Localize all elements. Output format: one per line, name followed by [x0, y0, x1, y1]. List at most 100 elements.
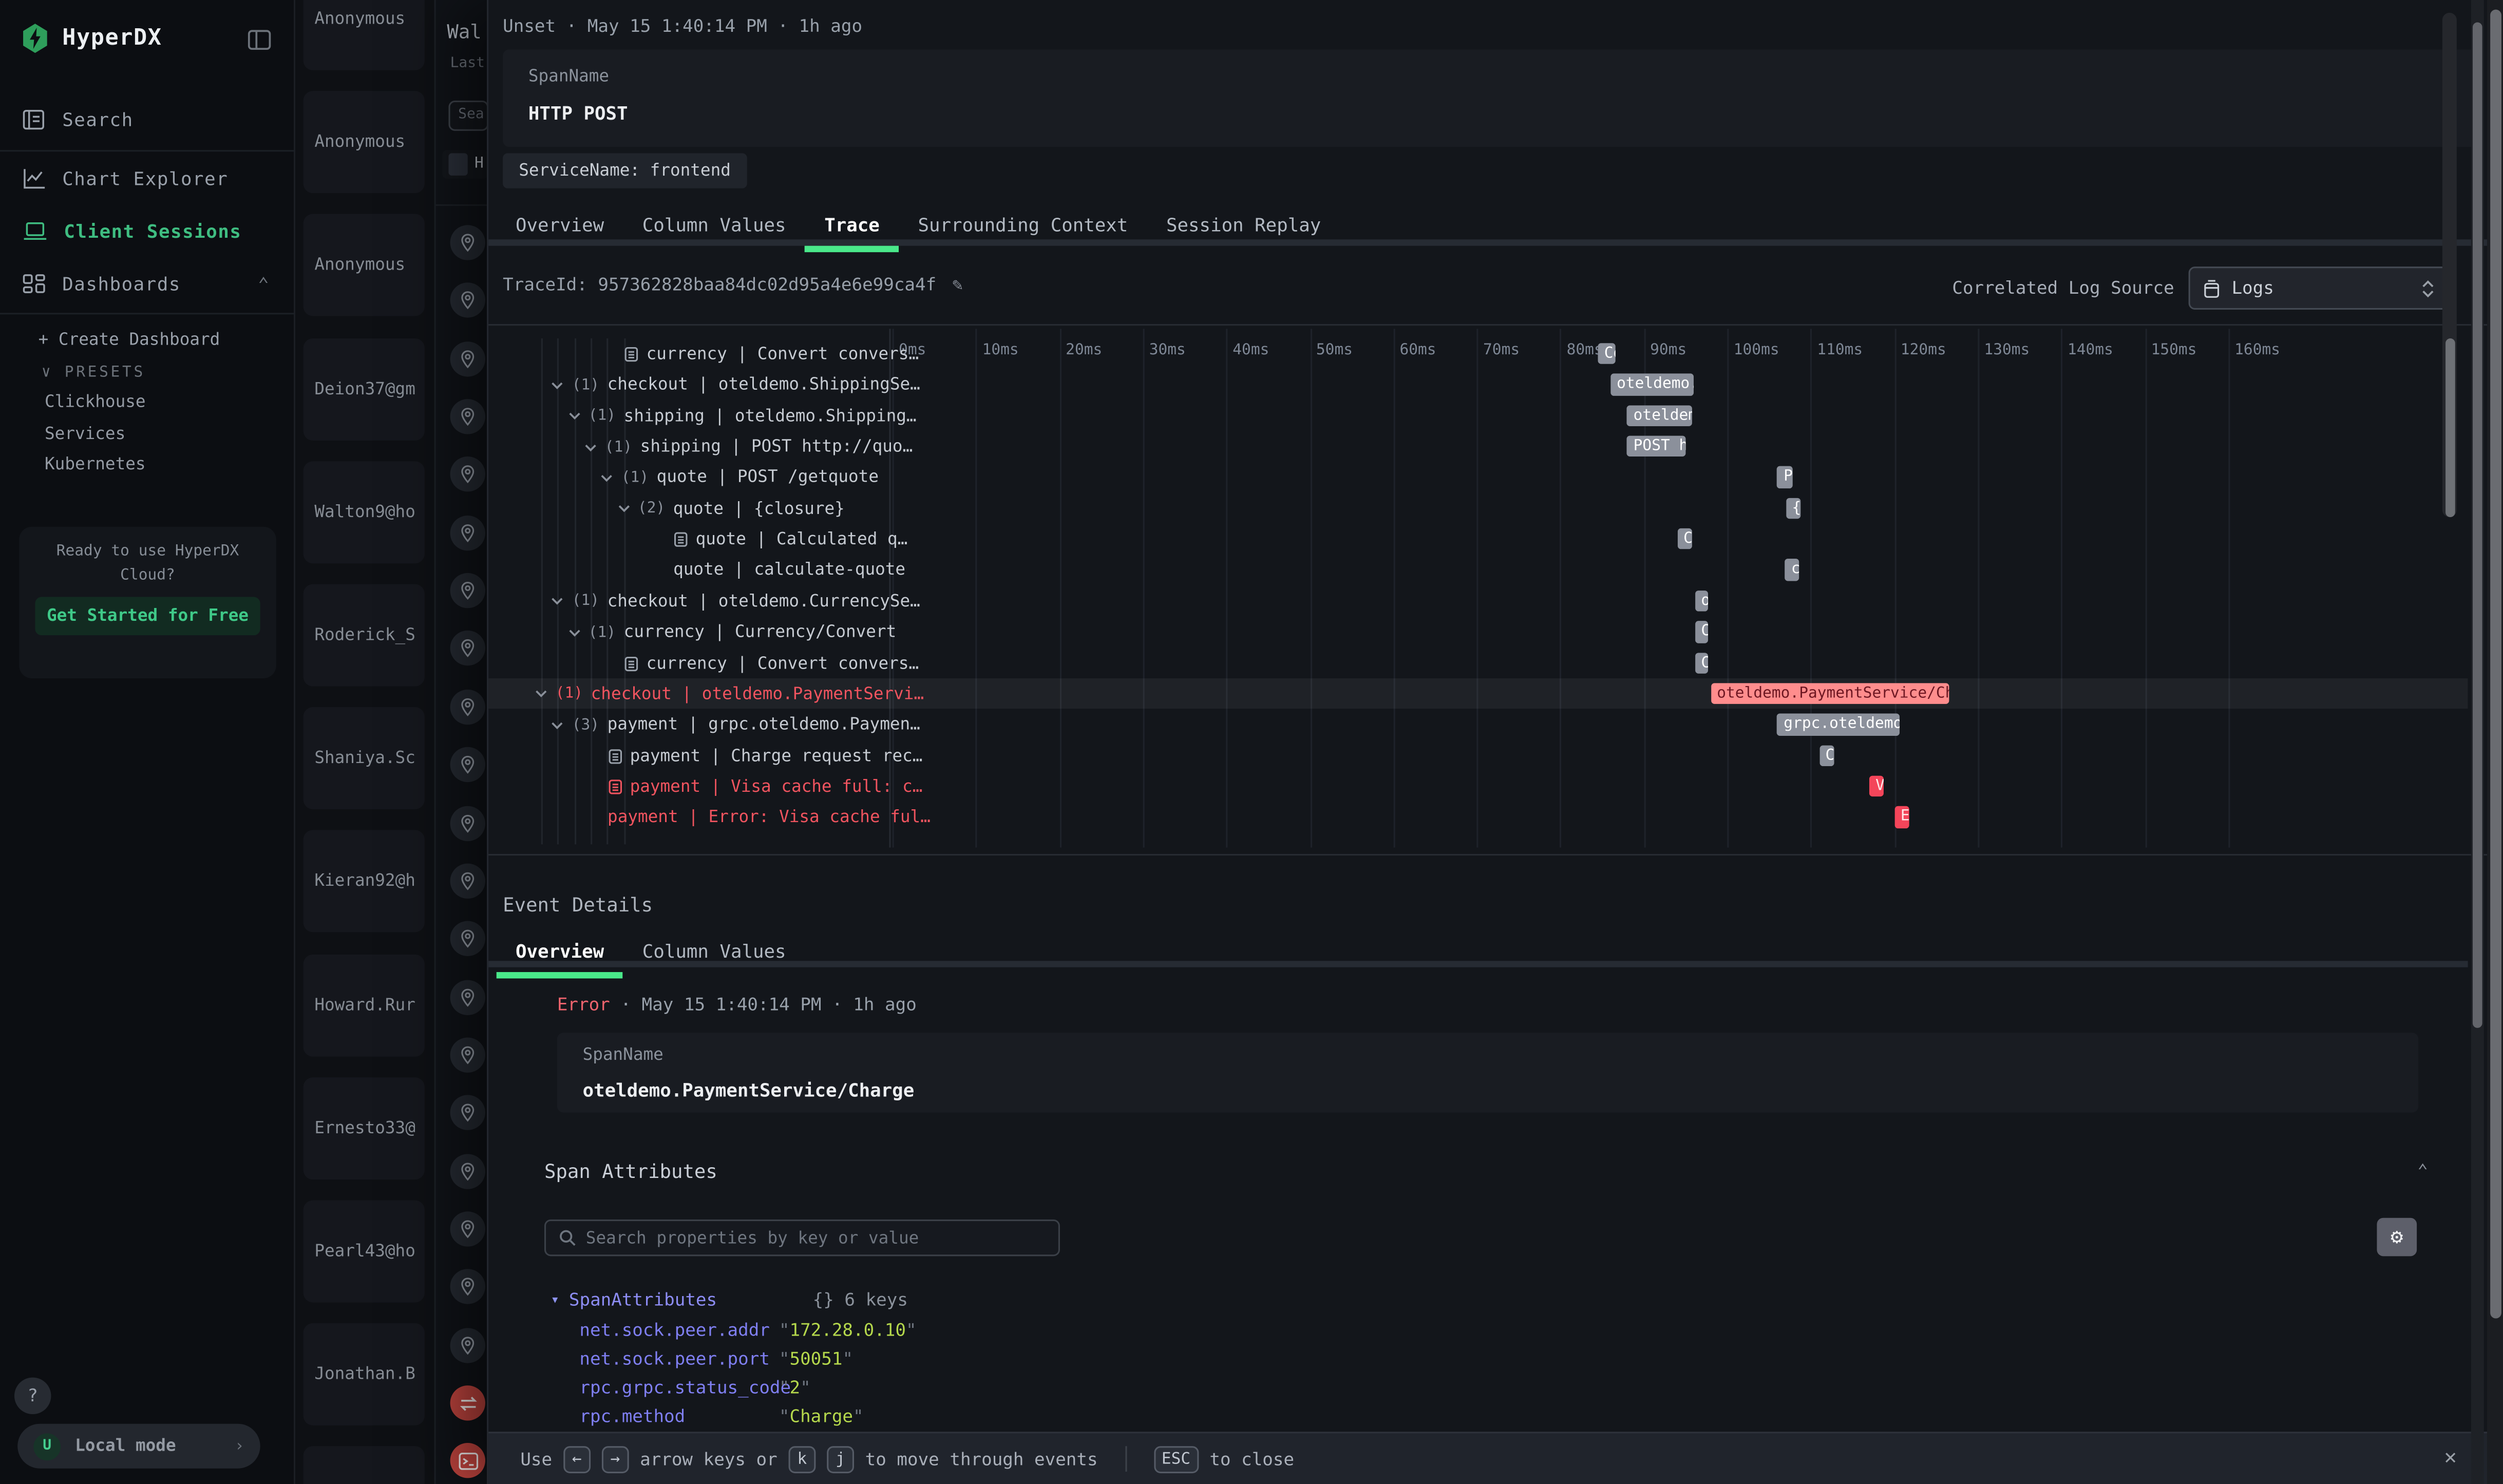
attribute-row[interactable]: net.sock.peer.port"50051"	[579, 1348, 853, 1369]
chevron-down-icon[interactable]	[617, 505, 630, 513]
preset-clickhouse[interactable]: Clickhouse	[45, 393, 146, 412]
trace-row[interactable]: (1)quote | POST /getquotePO	[488, 462, 2468, 493]
trace-row[interactable]: (1)currency | Currency/ConvertCu	[488, 616, 2468, 647]
span-duration-bar[interactable]: PO	[1777, 467, 1792, 488]
chevron-down-icon[interactable]	[567, 629, 580, 637]
chevron-down-icon[interactable]	[551, 597, 564, 605]
chevron-down-icon[interactable]	[551, 381, 564, 389]
session-card[interactable]: Ernesto33@	[304, 1077, 425, 1179]
trace-row[interactable]: quote | Calculated q…Ca	[488, 524, 2468, 555]
drawer-scrollbar[interactable]	[2471, 0, 2484, 1484]
location-pin-icon[interactable]	[450, 1211, 485, 1246]
location-pin-icon[interactable]	[450, 399, 485, 434]
trace-row[interactable]: payment | Visa cache full: c…Vi	[488, 771, 2468, 802]
span-duration-bar[interactable]: Vi	[1869, 775, 1884, 797]
session-card[interactable]: Howard.Rur	[304, 954, 425, 1056]
span-duration-bar[interactable]: {c	[1786, 498, 1800, 519]
location-pin-icon[interactable]	[450, 515, 485, 550]
sidebar-item-dashboards[interactable]: Dashboards⌃	[0, 260, 295, 308]
attribute-row[interactable]: rpc.grpc.status_code"2"	[579, 1377, 810, 1398]
collapse-section-icon[interactable]: ⌃	[2417, 1160, 2428, 1181]
attributes-search-input[interactable]: Search properties by key or value	[544, 1220, 1060, 1256]
location-pin-icon[interactable]	[450, 341, 485, 376]
span-duration-bar[interactable]: ot	[1695, 590, 1708, 612]
session-card[interactable]: Deion37@gm	[304, 338, 425, 440]
trace-row[interactable]: currency | Convert convers…Co	[488, 338, 2468, 369]
logo[interactable]: HyperDX	[19, 23, 162, 54]
trace-row[interactable]: currency | Convert convers…Co	[488, 647, 2468, 678]
local-mode-menu[interactable]: U Local mode ›	[17, 1424, 260, 1469]
session-card[interactable]: Roderick_S	[304, 584, 425, 687]
session-card[interactable]: Dolly.Lubo	[304, 1447, 425, 1484]
session-card[interactable]: Walton9@ho	[304, 461, 425, 563]
get-started-button[interactable]: Get Started for Free	[35, 597, 260, 636]
sidebar-item-client-sessions[interactable]: Client Sessions	[0, 207, 295, 255]
trace-row[interactable]: (2)quote | {closure}{c	[488, 493, 2468, 524]
session-card[interactable]: Anonymous	[304, 0, 425, 70]
trace-row[interactable]: (3)payment | grpc.oteldemo.Paymen…grpc.o…	[488, 709, 2468, 740]
sidebar-item-search[interactable]: Search	[0, 96, 295, 144]
attributes-root-row[interactable]: ▾ SpanAttributes {} 6 keys	[551, 1290, 908, 1310]
log-source-select[interactable]: Logs	[2189, 267, 2449, 310]
session-card[interactable]: Shaniya.Sc	[304, 708, 425, 810]
location-pin-icon[interactable]	[450, 225, 485, 260]
span-duration-bar[interactable]: oteldemo	[1627, 405, 1691, 427]
service-name-chip[interactable]: ServiceName: frontend	[503, 153, 747, 188]
page-scrollbar[interactable]	[2487, 0, 2503, 1484]
create-dashboard-button[interactable]: + Create Dashboard	[39, 330, 220, 349]
trace-row[interactable]: (1)shipping | oteldemo.Shipping…oteldemo	[488, 400, 2468, 431]
span-duration-bar[interactable]: Ch	[1819, 745, 1834, 766]
session-card[interactable]: Pearl43@ho	[304, 1201, 425, 1303]
location-pin-icon[interactable]	[450, 1037, 485, 1072]
location-pin-icon[interactable]	[450, 573, 485, 608]
span-duration-bar[interactable]: Co	[1695, 652, 1708, 674]
chevron-down-icon[interactable]	[600, 474, 613, 482]
location-pin-icon[interactable]	[450, 747, 485, 782]
span-duration-bar[interactable]: Ca	[1677, 528, 1692, 550]
span-duration-bar[interactable]: Er	[1894, 807, 1909, 828]
preset-kubernetes[interactable]: Kubernetes	[45, 455, 146, 474]
chevron-down-icon[interactable]	[584, 443, 597, 451]
location-pin-icon[interactable]	[450, 863, 485, 898]
gear-icon[interactable]: ⚙	[2377, 1218, 2417, 1257]
span-duration-bar[interactable]: ca	[1785, 559, 1799, 581]
span-duration-bar[interactable]: Co	[1598, 343, 1615, 365]
trace-row[interactable]: quote | calculate-quoteca	[488, 555, 2468, 585]
chevron-down-icon[interactable]	[535, 690, 547, 698]
chevron-down-icon[interactable]	[567, 412, 580, 421]
chevron-down-icon[interactable]	[551, 721, 564, 729]
swap-arrows-icon[interactable]	[450, 1385, 485, 1420]
session-search-input[interactable]: Sea	[448, 101, 488, 131]
location-pin-icon[interactable]	[450, 1153, 485, 1188]
sidebar-collapse-icon[interactable]	[248, 29, 272, 51]
span-duration-bar[interactable]: oteldemo.S	[1610, 374, 1694, 395]
trace-row[interactable]: (1)checkout | oteldemo.PaymentServi…otel…	[488, 678, 2468, 709]
span-duration-bar[interactable]: POST ht	[1627, 436, 1685, 458]
presets-toggle[interactable]: ∨ PRESETS	[42, 364, 145, 382]
session-card[interactable]: Anonymous	[304, 215, 425, 317]
span-duration-bar[interactable]: Cu	[1695, 621, 1708, 643]
location-pin-icon[interactable]	[450, 979, 485, 1014]
attribute-row[interactable]: net.sock.peer.addr"172.28.0.10"	[579, 1320, 916, 1341]
location-pin-icon[interactable]	[450, 1327, 485, 1362]
session-card[interactable]: Kieran92@h	[304, 831, 425, 933]
session-card[interactable]: Anonymous	[304, 91, 425, 194]
attribute-row[interactable]: rpc.method"Charge"	[579, 1406, 863, 1426]
preset-services[interactable]: Services	[45, 424, 125, 443]
close-icon[interactable]: ✕	[2444, 1446, 2457, 1470]
trace-scrollbar-thumb[interactable]	[2445, 338, 2455, 517]
trace-row[interactable]: (1)checkout | oteldemo.ShippingSe…otelde…	[488, 369, 2468, 400]
trace-row[interactable]: (1)shipping | POST http://quo…POST ht	[488, 431, 2468, 462]
session-card[interactable]: Jonathan.B	[304, 1323, 425, 1425]
edit-icon[interactable]: ✎	[952, 275, 963, 295]
span-duration-bar[interactable]: grpc.oteldemo.	[1777, 714, 1899, 735]
trace-row[interactable]: payment | Error: Visa cache ful…Er	[488, 802, 2468, 832]
span-duration-bar[interactable]: oteldemo.PaymentService/Charg	[1711, 683, 1949, 705]
help-button[interactable]: ?	[14, 1378, 51, 1414]
page-scrollbar-thumb[interactable]	[2490, 10, 2501, 1319]
drawer-scrollbar-thumb[interactable]	[2473, 23, 2482, 1028]
location-pin-icon[interactable]	[450, 689, 485, 724]
trace-row[interactable]: (1)checkout | oteldemo.CurrencySe…ot	[488, 585, 2468, 616]
session-filter-button[interactable]: H	[442, 150, 488, 179]
sidebar-item-chart-explorer[interactable]: Chart Explorer	[0, 155, 295, 203]
